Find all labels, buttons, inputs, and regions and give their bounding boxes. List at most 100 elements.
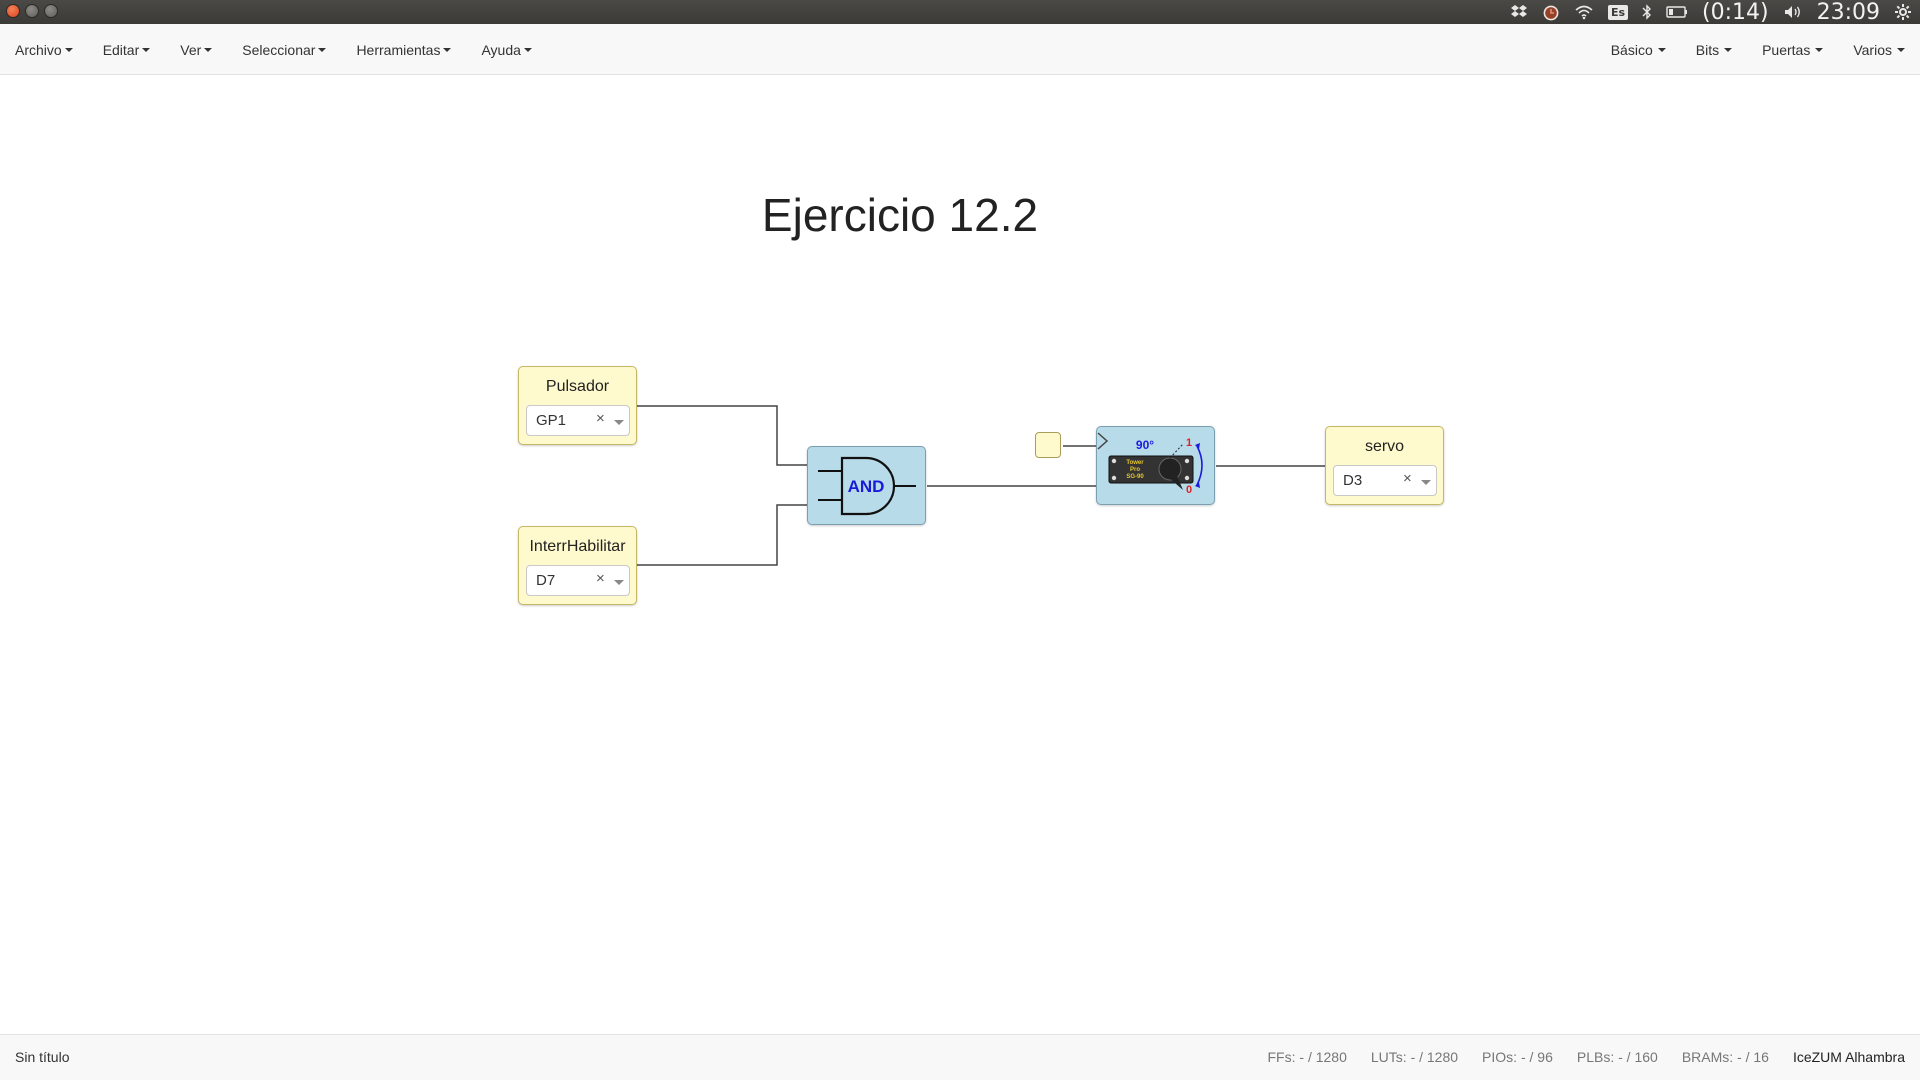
wire-pulsador-to-and[interactable] bbox=[637, 405, 808, 466]
menu-seleccionar-label: Seleccionar bbox=[242, 41, 316, 58]
servo-body-text-2: Pro bbox=[1130, 467, 1140, 473]
window-minimize-button[interactable] bbox=[25, 4, 39, 18]
pin-select[interactable]: D3 × bbox=[1333, 465, 1437, 496]
app-menubar: Archivo Editar Ver Seleccionar Herramien… bbox=[0, 24, 1920, 75]
caret-down-icon bbox=[142, 47, 151, 52]
caret-down-icon bbox=[204, 47, 213, 52]
stat-label: LUTs: bbox=[1370, 1049, 1407, 1065]
menu-puertas-label: Puertas bbox=[1762, 41, 1811, 58]
servo-body-text-3: SG-90 bbox=[1126, 474, 1144, 480]
and-gate-block[interactable]: AND bbox=[807, 446, 926, 525]
menu-puertas[interactable]: Puertas bbox=[1747, 24, 1838, 75]
window-close-button[interactable] bbox=[6, 4, 20, 18]
menu-archivo-label: Archivo bbox=[15, 41, 62, 58]
design-canvas[interactable]: Ejercicio 12.2 Pulsador GP1 × InterrHabi… bbox=[0, 76, 1920, 1034]
system-tray: Es (0:14) 23:09 bbox=[1510, 0, 1912, 25]
and-gate-label: AND bbox=[848, 477, 885, 496]
main-menu: Archivo Editar Ver Seleccionar Herramien… bbox=[0, 24, 547, 75]
dropdown-arrow-icon[interactable] bbox=[614, 580, 624, 585]
clear-icon[interactable]: × bbox=[596, 410, 605, 427]
pin-select[interactable]: D7 × bbox=[526, 565, 630, 596]
block-label[interactable]: InterrHabilitar bbox=[519, 538, 636, 556]
blocks-menu: Básico Bits Puertas Varios bbox=[1596, 24, 1920, 75]
menu-archivo[interactable]: Archivo bbox=[0, 24, 88, 75]
stat-pios: PIOs: - / 96 bbox=[1482, 1049, 1553, 1065]
keyboard-layout-badge: Es bbox=[1607, 4, 1629, 20]
stat-luts: LUTs: - / 1280 bbox=[1371, 1049, 1458, 1065]
system-top-panel: Es (0:14) 23:09 bbox=[0, 0, 1920, 25]
stat-label: BRAMs: bbox=[1681, 1049, 1734, 1065]
menu-varios[interactable]: Varios bbox=[1838, 24, 1920, 75]
menu-varios-label: Varios bbox=[1853, 41, 1892, 58]
stat-brams: BRAMs: - / 16 bbox=[1682, 1049, 1769, 1065]
clear-icon[interactable]: × bbox=[1403, 470, 1412, 487]
wire-interr-to-and[interactable] bbox=[637, 504, 808, 566]
caret-down-icon bbox=[523, 47, 532, 52]
stat-value: - / 96 bbox=[1520, 1049, 1553, 1065]
menu-basico[interactable]: Básico bbox=[1596, 24, 1681, 75]
and-gate-icon: AND bbox=[818, 456, 916, 516]
menu-ver-label: Ver bbox=[180, 41, 202, 58]
menu-editar[interactable]: Editar bbox=[88, 24, 166, 75]
settings-gear-icon[interactable] bbox=[1894, 0, 1912, 24]
board-name[interactable]: IceZUM Alhambra bbox=[1793, 1049, 1905, 1065]
stat-label: FFs: bbox=[1267, 1049, 1296, 1065]
dropdown-arrow-icon[interactable] bbox=[1421, 480, 1431, 485]
caret-down-icon bbox=[1724, 47, 1733, 52]
pin-value: D7 bbox=[536, 572, 556, 589]
output-block-servo[interactable]: servo D3 × bbox=[1325, 426, 1444, 505]
alarm-clock-icon[interactable] bbox=[1542, 0, 1560, 24]
servo-angle-label: 90° bbox=[1136, 438, 1154, 452]
wifi-icon[interactable] bbox=[1574, 0, 1594, 24]
dropdown-arrow-icon[interactable] bbox=[614, 420, 624, 425]
servo-top-mark: 1 bbox=[1186, 437, 1192, 449]
caret-down-icon bbox=[1815, 47, 1824, 52]
caret-down-icon bbox=[443, 47, 452, 52]
stat-plbs: PLBs: - / 160 bbox=[1577, 1049, 1658, 1065]
pin-value: GP1 bbox=[536, 412, 567, 429]
volume-icon[interactable] bbox=[1783, 0, 1803, 24]
bluetooth-icon[interactable] bbox=[1642, 0, 1652, 24]
file-name: Sin título bbox=[15, 1049, 70, 1065]
constant-input-block[interactable] bbox=[1035, 432, 1061, 458]
block-label[interactable]: Pulsador bbox=[519, 378, 636, 396]
menu-seleccionar[interactable]: Seleccionar bbox=[227, 24, 341, 75]
stat-value: - / 1280 bbox=[1299, 1049, 1347, 1065]
servo-module-block[interactable]: 90° 1 0 Tower Pro SG-90 bbox=[1096, 426, 1215, 505]
caret-down-icon bbox=[1897, 47, 1905, 52]
dropbox-icon[interactable] bbox=[1510, 0, 1528, 24]
window-maximize-button[interactable] bbox=[44, 4, 58, 18]
window-controls bbox=[6, 4, 58, 18]
pin-select[interactable]: GP1 × bbox=[526, 405, 630, 436]
battery-icon[interactable] bbox=[1666, 0, 1688, 24]
menu-ayuda[interactable]: Ayuda bbox=[466, 24, 546, 75]
menu-bits[interactable]: Bits bbox=[1681, 24, 1747, 75]
menu-ver[interactable]: Ver bbox=[165, 24, 227, 75]
menu-herramientas-label: Herramientas bbox=[356, 41, 441, 58]
resource-stats: FFs: - / 1280 LUTs: - / 1280 PIOs: - / 9… bbox=[1268, 1049, 1906, 1065]
stat-label: PIOs: bbox=[1482, 1049, 1518, 1065]
stat-value: - / 1280 bbox=[1410, 1049, 1459, 1065]
stat-ffs: FFs: - / 1280 bbox=[1268, 1049, 1347, 1065]
wires bbox=[637, 405, 1326, 566]
servo-body-text-1: Tower bbox=[1126, 460, 1144, 466]
clear-icon[interactable]: × bbox=[596, 570, 605, 587]
input-block-interrhabilitar[interactable]: InterrHabilitar D7 × bbox=[518, 526, 637, 605]
pin-value: D3 bbox=[1343, 472, 1363, 489]
menu-ayuda-label: Ayuda bbox=[481, 41, 521, 58]
caret-down-icon bbox=[64, 47, 73, 52]
servo-icon: 90° 1 0 Tower Pro SG-90 bbox=[1097, 432, 1203, 496]
clock[interactable]: 23:09 bbox=[1817, 0, 1880, 25]
stat-value: - / 160 bbox=[1618, 1049, 1658, 1065]
block-label[interactable]: servo bbox=[1326, 438, 1443, 456]
menu-herramientas[interactable]: Herramientas bbox=[341, 24, 466, 75]
caret-down-icon bbox=[1657, 47, 1666, 52]
menu-bits-label: Bits bbox=[1695, 41, 1720, 58]
input-block-pulsador[interactable]: Pulsador GP1 × bbox=[518, 366, 637, 445]
status-footer: Sin título FFs: - / 1280 LUTs: - / 1280 … bbox=[0, 1034, 1920, 1080]
keyboard-layout-icon[interactable]: Es bbox=[1607, 0, 1629, 24]
stat-value: - / 16 bbox=[1737, 1049, 1769, 1065]
servo-bottom-mark: 0 bbox=[1186, 484, 1192, 496]
caret-down-icon bbox=[318, 47, 327, 52]
menu-editar-label: Editar bbox=[102, 41, 140, 58]
